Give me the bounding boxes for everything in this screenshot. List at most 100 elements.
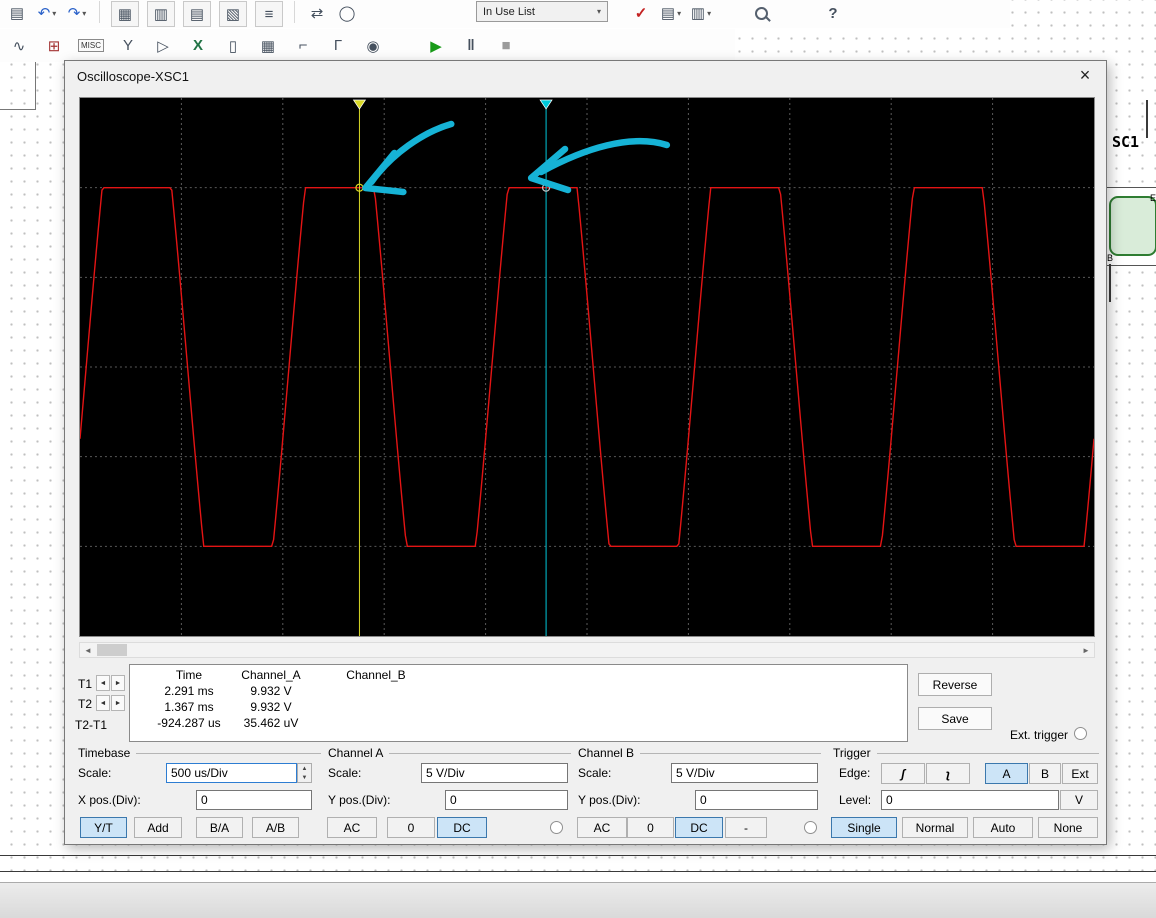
channel-b-scale-input[interactable]: 5 V/Div [671, 763, 818, 783]
chevron-down-icon: ▾ [596, 7, 601, 16]
timebase-yt-button[interactable]: Y/T [80, 817, 127, 838]
toolbar-separator [99, 1, 100, 23]
peripherals-icon[interactable]: ▦ [257, 34, 279, 58]
window-titlebar[interactable]: Oscilloscope-XSC1 × [65, 61, 1106, 91]
scroll-right-button[interactable]: ► [1078, 643, 1094, 657]
close-button[interactable]: × [1070, 63, 1100, 88]
trigger-none-button[interactable]: None [1038, 817, 1098, 838]
run-icon[interactable]: ▶ [425, 34, 447, 58]
channel-b-ypos-value: 0 [700, 793, 707, 807]
back-annotate-icon[interactable]: ▥ ▾ [690, 1, 712, 25]
channel-a-radio[interactable] [550, 821, 563, 834]
trigger-level-unit-select[interactable]: V [1060, 790, 1098, 810]
clipboard-icon[interactable]: ▤ [6, 1, 28, 25]
timebase-scale-label: Scale: [78, 766, 112, 780]
source-icon[interactable]: ∿ [8, 34, 30, 58]
trigger-single-button[interactable]: Single [831, 817, 897, 838]
timebase-scale-spinner[interactable]: ▲ ▼ [297, 763, 312, 783]
spreadsheet-icon[interactable]: ▤ [183, 1, 211, 27]
pause-icon[interactable]: ‖ [460, 34, 482, 58]
probe-icon[interactable]: ◉ [362, 34, 384, 58]
channel-b-dc-button[interactable]: DC [675, 817, 723, 838]
back-annotate-icon-glyph: ▥ [690, 5, 706, 22]
check-icon[interactable]: ✓ [630, 1, 652, 25]
ext-trigger-radio[interactable] [1074, 727, 1087, 740]
channel-b-ypos-input[interactable]: 0 [695, 790, 818, 810]
opamp-icon[interactable]: ▷ [152, 34, 174, 58]
new-table-icon[interactable]: ▦ [111, 1, 139, 27]
undo-icon[interactable]: ↶ ▾ [36, 1, 58, 25]
channel-a-ypos-input[interactable]: 0 [445, 790, 568, 810]
reverse-button[interactable]: Reverse [918, 673, 992, 696]
main-toolbar: ▤ ↶ ▾ ↷ ▾ ▦ ▥ ▤ ▧ ≡ ⇄ ◯ In Use List ▾ ✓ ▤ ▾ ▥ ▾? [0, 0, 1010, 28]
channel-b-minus-button[interactable]: - [725, 817, 767, 838]
cursor-2-handle[interactable] [539, 99, 553, 110]
trigger-edge-label: Edge: [839, 766, 871, 780]
channel-a-scale-input[interactable]: 5 V/Div [421, 763, 568, 783]
transfer-icon-glyph: ⇄ [310, 5, 324, 22]
channel-a-legend: Channel A [328, 746, 384, 760]
trigger-normal-button[interactable]: Normal [902, 817, 968, 838]
channel-a-scale-value: 5 V/Div [426, 766, 465, 780]
timebase-ab-button[interactable]: A/B [252, 817, 299, 838]
trigger-source-a-button[interactable]: A [985, 763, 1028, 784]
grapher-icon[interactable]: ▧ [219, 1, 247, 27]
channel-a-ypos-value: 0 [450, 793, 457, 807]
trigger-rising-edge-button[interactable]: ʃ [881, 763, 925, 784]
spinner-down-icon[interactable]: ▼ [298, 773, 311, 782]
diode-icon[interactable]: ⊞ [43, 34, 65, 58]
t2-left-button[interactable]: ◄ [96, 695, 110, 711]
timebase-add-button[interactable]: Add [134, 817, 182, 838]
transfer-icon[interactable]: ⇄ [306, 1, 328, 25]
oscilloscope-window: Oscilloscope-XSC1 × ◄ ► T1 ◄ ► T2 ◄ ► T2… [64, 60, 1107, 845]
help-icon[interactable]: ? [822, 1, 844, 25]
timebase-xpos-input[interactable]: 0 [196, 790, 312, 810]
in-use-list-combo[interactable]: In Use List ▾ [476, 1, 608, 22]
export-icon[interactable]: ▤ ▾ [660, 1, 682, 25]
misc-icon[interactable]: MISC [78, 34, 104, 58]
excel-icon[interactable]: X [187, 34, 209, 58]
t2-right-button[interactable]: ► [111, 695, 125, 711]
channel-b-ac-button[interactable]: AC [577, 817, 627, 838]
group-rule [136, 753, 321, 754]
redo-icon[interactable]: ↷ ▾ [66, 1, 88, 25]
antenna-icon[interactable]: Y [117, 34, 139, 58]
trigger-auto-button[interactable]: Auto [973, 817, 1033, 838]
channel-a-dc-button[interactable]: DC [437, 817, 487, 838]
globe-icon[interactable]: ◯ [336, 1, 358, 25]
battery-icon[interactable]: ▯ [222, 34, 244, 58]
component-box[interactable]: B E [1103, 187, 1156, 266]
stop-icon[interactable]: ■ [495, 34, 517, 58]
trigger-falling-edge-button[interactable]: ʅ [926, 763, 970, 784]
save-button[interactable]: Save [918, 707, 992, 730]
hierarchy-icon[interactable]: ⌐ [292, 34, 314, 58]
trigger-source-ext-button[interactable]: Ext [1062, 763, 1098, 784]
t1-left-button[interactable]: ◄ [96, 675, 110, 691]
channel-a-zero-button[interactable]: 0 [387, 817, 435, 838]
list-icon[interactable]: ≡ [255, 1, 283, 27]
channel-a-ac-button[interactable]: AC [327, 817, 377, 838]
trigger-source-b-button[interactable]: B [1029, 763, 1061, 784]
spinner-up-icon[interactable]: ▲ [298, 764, 311, 773]
scroll-thumb[interactable] [97, 644, 127, 656]
channel-b-radio[interactable] [804, 821, 817, 834]
timebase-scale-input[interactable]: 500 us/Div [166, 763, 297, 783]
spreadsheet-icon-glyph: ▤ [189, 6, 205, 23]
wire [0, 855, 1156, 856]
timebase-ba-button[interactable]: B/A [196, 817, 243, 838]
clipboard-icon-glyph: ▤ [9, 5, 25, 22]
scope-hscrollbar[interactable]: ◄ ► [79, 642, 1095, 658]
hierarchy-icon-glyph: ⌐ [298, 37, 308, 54]
t1-right-button[interactable]: ► [111, 675, 125, 691]
t2-channel-a-value: 9.932 V [250, 700, 292, 714]
find-icon[interactable] [750, 1, 772, 25]
chevron-down-icon: ▾ [82, 8, 87, 18]
scroll-left-button[interactable]: ◄ [80, 643, 96, 657]
database-icon[interactable]: ▥ [147, 1, 175, 27]
wire [1109, 264, 1111, 302]
cursor-1-handle[interactable] [352, 99, 367, 110]
trigger-level-input[interactable]: 0 [881, 790, 1059, 810]
source-icon-glyph: ∿ [12, 37, 26, 55]
bus-icon[interactable]: Γ [327, 34, 349, 58]
channel-b-zero-button[interactable]: 0 [627, 817, 674, 838]
